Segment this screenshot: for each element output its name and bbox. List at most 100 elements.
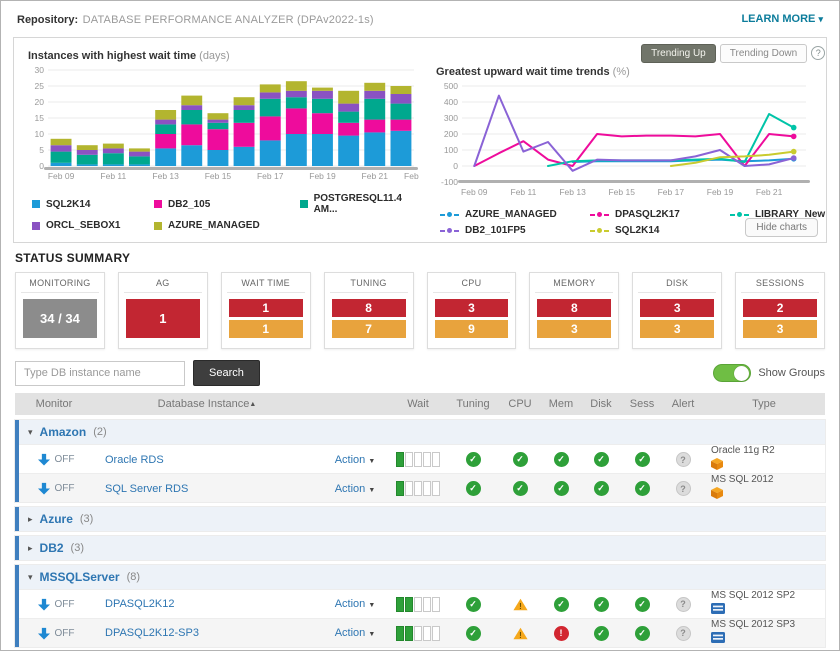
status-card-cpu[interactable]: CPU39 xyxy=(427,272,517,349)
legend-swatch-icon xyxy=(154,222,162,230)
column-header-mem[interactable]: Mem xyxy=(541,398,581,410)
column-header-tuning[interactable]: Tuning xyxy=(447,398,499,410)
status-card-monitoring[interactable]: MONITORING 34 / 34 xyxy=(15,272,105,349)
status-ok-icon: ✓ xyxy=(554,481,569,496)
group-header-amazon[interactable]: ▾Amazon(2) xyxy=(19,420,825,444)
learn-more-button[interactable]: LEARN MORE ▾ xyxy=(741,13,823,25)
status-card-memory[interactable]: MEMORY83 xyxy=(529,272,619,349)
column-header-cpu[interactable]: CPU xyxy=(499,398,541,410)
monitor-down-arrow-icon[interactable] xyxy=(38,598,50,611)
column-header-database-instance[interactable]: Database Instance ▲ xyxy=(93,398,321,410)
instance-link[interactable]: Oracle RDS xyxy=(105,454,164,466)
legend-item[interactable]: AZURE_MANAGED xyxy=(154,220,300,231)
db-type-label: MS SQL 2012 SP3 xyxy=(711,619,795,632)
group-header-db2[interactable]: ▸DB2(3) xyxy=(19,536,825,560)
legend-label: DPASQL2K17 xyxy=(615,209,680,220)
monitor-down-arrow-icon[interactable] xyxy=(38,627,50,640)
status-card-sessions[interactable]: SESSIONS23 xyxy=(735,272,825,349)
help-icon[interactable]: ? xyxy=(811,46,825,60)
action-dropdown[interactable]: Action ▼ xyxy=(335,627,376,639)
table-row-dpasql2k12: OFFDPASQL2K12Action ▼✓!✓✓✓?MS SQL 2012 S… xyxy=(19,589,825,618)
chevron-right-icon: ▸ xyxy=(28,514,33,525)
svg-text:Feb 09: Feb 09 xyxy=(461,187,488,197)
monitor-down-arrow-icon[interactable] xyxy=(38,482,50,495)
legend-item[interactable]: DB2_105 xyxy=(154,193,300,215)
column-header-type[interactable]: Type xyxy=(703,398,825,410)
svg-text:15: 15 xyxy=(35,113,45,123)
monitor-down-arrow-icon[interactable] xyxy=(38,453,50,466)
status-card-label: MEMORY xyxy=(535,278,613,293)
column-header-disk[interactable]: Disk xyxy=(581,398,621,410)
status-card-label: WAIT TIME xyxy=(227,278,305,293)
status-unknown-icon[interactable]: ? xyxy=(676,481,691,496)
legend-line-marker-icon xyxy=(730,212,749,217)
status-card-label: MONITORING xyxy=(21,278,99,293)
table-row-dpasql2k12-sp3: OFFDPASQL2K12-SP3Action ▼✓!!✓✓?MS SQL 20… xyxy=(19,618,825,647)
status-ok-icon: ✓ xyxy=(554,452,569,467)
legend-label: AZURE_MANAGED xyxy=(168,220,260,231)
status-warning-icon: ! xyxy=(513,597,528,612)
action-dropdown[interactable]: Action ▼ xyxy=(335,483,376,495)
group-header-mssqlserver[interactable]: ▾MSSQLServer(8) xyxy=(19,565,825,589)
table-row-oracle-rds: OFFOracle RDSAction ▼✓✓✓✓✓?Oracle 11g R2 xyxy=(19,444,825,473)
legend-label: DB2_105 xyxy=(168,199,210,210)
legend-item[interactable]: AZURE_MANAGED xyxy=(440,209,590,220)
column-header-sess[interactable]: Sess xyxy=(621,398,663,410)
legend-item[interactable]: ORCL_SEBOX1 xyxy=(32,220,154,231)
status-card-tuning[interactable]: TUNING87 xyxy=(324,272,414,349)
status-unknown-icon[interactable]: ? xyxy=(676,626,691,641)
action-dropdown[interactable]: Action ▼ xyxy=(335,454,376,466)
status-card-warning-count: 9 xyxy=(435,320,509,338)
legend-line-marker-icon xyxy=(440,228,459,233)
legend-item[interactable]: POSTGRESQL11.4 AM... xyxy=(300,193,422,215)
table-group-mssqlserver: ▾MSSQLServer(8)OFFDPASQL2K12Action ▼✓!✓✓… xyxy=(15,565,825,647)
legend-label: POSTGRESQL11.4 AM... xyxy=(314,193,422,215)
chevron-down-icon: ▼ xyxy=(368,602,375,609)
svg-text:100: 100 xyxy=(444,145,458,155)
status-card-wait-time[interactable]: WAIT TIME11 xyxy=(221,272,311,349)
instance-link[interactable]: DPASQL2K12 xyxy=(105,598,175,610)
column-header-alert[interactable]: Alert xyxy=(663,398,703,410)
status-unknown-icon[interactable]: ? xyxy=(676,597,691,612)
dpa-dashboard: { "header": { "repository_label": "Repos… xyxy=(0,0,840,651)
status-unknown-icon[interactable]: ? xyxy=(676,452,691,467)
toggle-knob xyxy=(734,366,749,381)
status-card-warning-count: 3 xyxy=(743,320,817,338)
legend-label: DB2_101FP5 xyxy=(465,225,526,236)
group-count: (8) xyxy=(127,571,140,583)
monitor-status-label: OFF xyxy=(55,599,75,610)
monitor-status-label: OFF xyxy=(55,483,75,494)
column-header-wait[interactable]: Wait xyxy=(389,398,447,410)
column-header-monitor[interactable]: Monitor xyxy=(15,398,93,410)
instance-link[interactable]: DPASQL2K12-SP3 xyxy=(105,627,199,639)
status-ok-icon: ✓ xyxy=(466,452,481,467)
trend-line-chart: -1000100200300400500Feb 09Feb 11Feb 13Fe… xyxy=(432,80,816,198)
svg-text:400: 400 xyxy=(444,97,458,107)
search-row: Search Show Groups xyxy=(15,360,825,386)
legend-item[interactable]: SQL2K14 xyxy=(590,225,730,236)
svg-text:Feb 15: Feb 15 xyxy=(608,187,635,197)
status-card-critical-count: 8 xyxy=(537,299,611,317)
legend-item[interactable]: DPASQL2K17 xyxy=(590,209,730,220)
legend-item[interactable]: SQL2K14 xyxy=(32,193,154,215)
wait-level-gauge xyxy=(396,626,441,641)
status-card-value: 34 / 34 xyxy=(23,299,97,338)
svg-text:!: ! xyxy=(519,631,522,640)
action-dropdown[interactable]: Action ▼ xyxy=(335,598,376,610)
trending-up-button[interactable]: Trending Up xyxy=(641,44,716,63)
instance-link[interactable]: SQL Server RDS xyxy=(105,483,188,495)
aws-cube-icon xyxy=(711,458,723,475)
legend-item[interactable]: DB2_101FP5 xyxy=(440,225,590,236)
trending-down-button[interactable]: Trending Down xyxy=(720,44,807,63)
status-card-ag[interactable]: AG1 xyxy=(118,272,208,349)
status-summary-title: STATUS SUMMARY xyxy=(15,251,825,265)
search-input[interactable] xyxy=(15,361,185,386)
svg-text:Feb 15: Feb 15 xyxy=(205,171,232,181)
status-warning-icon: ! xyxy=(513,626,528,641)
group-header-azure[interactable]: ▸Azure(3) xyxy=(19,507,825,531)
wait-time-bar-chart: 051015202530Feb 09Feb 11Feb 13Feb 15Feb … xyxy=(24,64,422,182)
search-button[interactable]: Search xyxy=(193,360,260,386)
hide-charts-button[interactable]: Hide charts xyxy=(745,218,818,237)
show-groups-toggle[interactable] xyxy=(713,364,751,382)
status-card-disk[interactable]: DISK33 xyxy=(632,272,722,349)
